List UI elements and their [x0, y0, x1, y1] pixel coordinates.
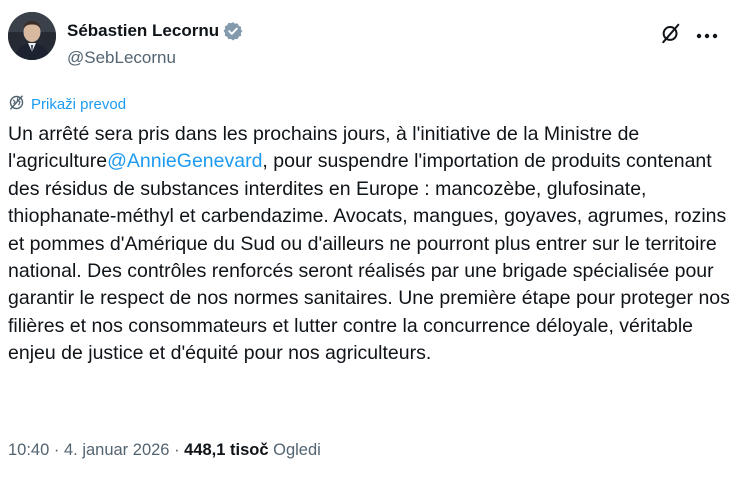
author-name-row[interactable]: Sébastien Lecornu: [67, 21, 243, 41]
verified-badge-icon: [223, 21, 243, 41]
meta-separator: ·: [49, 441, 64, 459]
author-handle[interactable]: @SebLecornu: [67, 48, 176, 68]
globe-icon: [8, 94, 25, 115]
tweet-date[interactable]: 4. januar 2026: [64, 441, 170, 460]
avatar[interactable]: [8, 12, 56, 60]
translate-label[interactable]: Prikaži prevod: [31, 96, 126, 113]
grok-button[interactable]: [658, 22, 684, 48]
author-name[interactable]: Sébastien Lecornu: [67, 21, 219, 41]
tweet-text: Un arrêté sera pris dans les prochains j…: [8, 121, 736, 368]
more-icon: [696, 26, 718, 44]
tweet-meta: 10:40 · 4. januar 2026 · 448,1 tisoč Ogl…: [8, 441, 321, 460]
grok-icon: [660, 22, 682, 49]
views-label: Ogledi: [268, 441, 321, 459]
tweet-time[interactable]: 10:40: [8, 441, 49, 460]
translate-link[interactable]: Prikaži prevod: [8, 94, 126, 115]
more-options-button[interactable]: [693, 22, 721, 48]
meta-separator: ·: [169, 441, 185, 459]
mention-link[interactable]: @AnnieGenevard: [107, 150, 262, 172]
views-count: 448,1 tisoč: [184, 441, 269, 459]
tweet-text-after: , pour suspendre l'importation de produi…: [8, 150, 730, 365]
